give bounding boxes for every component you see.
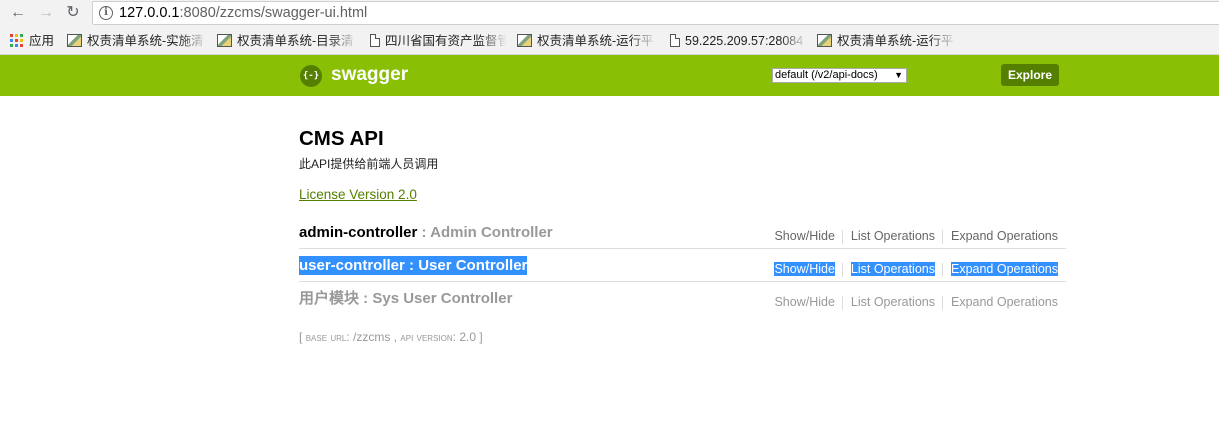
- divider: [941, 229, 943, 244]
- base-url-info: [ base url: /zzcms , api version: 2.0 ]: [299, 330, 483, 344]
- divider: [941, 262, 943, 277]
- browser-toolbar: ← → ↻ i 127.0.0.1:8080/zzcms/swagger-ui.…: [0, 0, 1219, 27]
- document-icon: [670, 34, 680, 48]
- show-hide-link[interactable]: Show/Hide: [774, 229, 834, 243]
- explore-button[interactable]: Explore: [1001, 64, 1059, 86]
- resource-heading[interactable]: admin-controller : Admin Controller: [299, 223, 553, 242]
- bookmarks-bar: 应用 权责清单系统-实施清 权责清单系统-目录清 四川省国有资产监督管 权责清单…: [0, 27, 1219, 55]
- divider: [841, 295, 843, 310]
- forward-arrow-icon[interactable]: →: [36, 3, 56, 23]
- resource-heading[interactable]: 用户模块 : Sys User Controller: [299, 289, 512, 308]
- resource-admin-controller: admin-controller : Admin Controller Show…: [299, 216, 1066, 249]
- list-operations-link[interactable]: List Operations: [851, 295, 935, 309]
- divider: [941, 295, 943, 310]
- api-title: CMS API: [299, 127, 384, 150]
- resource-operations: Show/Hide List Operations Expand Operation…: [774, 229, 1058, 244]
- bookmark-3[interactable]: 四川省国有资产监督管: [370, 31, 507, 51]
- expand-operations-link[interactable]: Expand Operations: [951, 295, 1058, 309]
- bookmark-1[interactable]: 权责清单系统-实施清: [67, 31, 207, 51]
- dropdown-arrow-icon: ▼: [894, 70, 903, 80]
- api-version-value: 2.0: [459, 330, 477, 344]
- show-hide-link[interactable]: Show/Hide: [774, 262, 835, 276]
- list-operations-link[interactable]: List Operations: [850, 262, 935, 276]
- swagger-logo-text[interactable]: swagger: [331, 64, 408, 86]
- bookmark-apps[interactable]: 应用: [10, 31, 54, 51]
- show-hide-link[interactable]: Show/Hide: [774, 295, 834, 309]
- image-icon: [67, 34, 82, 48]
- swagger-logo-icon[interactable]: {-}: [300, 65, 322, 87]
- document-icon: [370, 34, 380, 48]
- api-version-label: api version: [400, 330, 453, 344]
- resource-operations: Show/Hide List Operations Expand Operation…: [774, 295, 1058, 310]
- resource-user-controller: user-controller : User Controller Show/H…: [299, 249, 1066, 282]
- base-url-value: /zzcms: [353, 330, 391, 344]
- list-operations-link[interactable]: List Operations: [851, 229, 935, 243]
- image-icon: [517, 34, 532, 48]
- bookmark-6[interactable]: 权责清单系统-运行平: [817, 31, 957, 51]
- api-spec-select[interactable]: default (/v2/api-docs) ▼: [772, 68, 907, 83]
- address-bar[interactable]: i 127.0.0.1:8080/zzcms/swagger-ui.html: [92, 1, 1219, 25]
- url-text[interactable]: 127.0.0.1:8080/zzcms/swagger-ui.html: [119, 4, 367, 22]
- bookmark-5[interactable]: 59.225.209.57:28084: [670, 31, 808, 51]
- back-arrow-icon[interactable]: ←: [8, 3, 28, 23]
- resource-heading[interactable]: user-controller : User Controller: [299, 256, 528, 275]
- expand-operations-link[interactable]: Expand Operations: [950, 262, 1058, 276]
- info-icon[interactable]: i: [99, 6, 113, 20]
- license-link[interactable]: License Version 2.0: [299, 186, 417, 203]
- bookmark-2[interactable]: 权责清单系统-目录清: [217, 31, 357, 51]
- divider: [841, 229, 843, 244]
- expand-operations-link[interactable]: Expand Operations: [951, 229, 1058, 243]
- image-icon: [217, 34, 232, 48]
- resource-sys-user-controller: 用户模块 : Sys User Controller Show/Hide List…: [299, 282, 1066, 315]
- bookmark-4[interactable]: 权责清单系统-运行平: [517, 31, 657, 51]
- divider: [841, 262, 843, 277]
- apps-grid-icon: [10, 34, 23, 48]
- api-description: 此API提供给前端人员调用: [299, 157, 439, 171]
- resource-operations: Show/Hide List Operations Expand Operation…: [774, 262, 1058, 277]
- base-url-label: base url: [305, 330, 347, 344]
- reload-icon[interactable]: ↻: [63, 3, 83, 23]
- image-icon: [817, 34, 832, 48]
